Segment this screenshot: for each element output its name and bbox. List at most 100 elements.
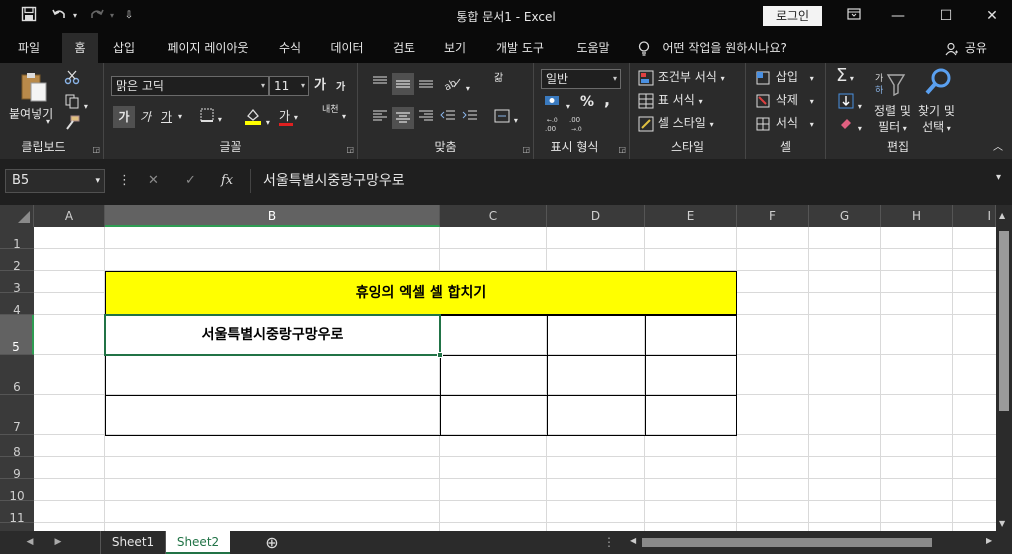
row-header-3[interactable]: 3	[0, 271, 34, 295]
tab-formulas[interactable]: 수식	[270, 33, 310, 63]
align-right-icon[interactable]	[418, 109, 434, 128]
tab-insert[interactable]: 삽입	[104, 33, 144, 63]
row-header-11[interactable]: 11	[0, 501, 34, 525]
tab-split-icon[interactable]: ⋮	[602, 531, 616, 554]
cell-d6[interactable]	[547, 355, 646, 396]
cell-c7[interactable]	[440, 395, 548, 436]
autosum-icon[interactable]: Σ ▾	[836, 67, 854, 88]
collapse-ribbon-icon[interactable]: ︿	[993, 139, 1003, 157]
paste-icon[interactable]	[18, 71, 48, 108]
login-button[interactable]: 로그인	[763, 6, 822, 26]
cell-c5[interactable]	[440, 315, 548, 356]
maximize-icon[interactable]: ☐	[934, 5, 958, 27]
sheet-tab-sheet1[interactable]: Sheet1	[100, 531, 166, 554]
expand-formula-bar-icon[interactable]: ▾	[996, 172, 1001, 183]
decrease-indent-icon[interactable]	[440, 109, 456, 128]
minimize-icon[interactable]: —	[886, 5, 910, 27]
increase-indent-icon[interactable]	[462, 109, 478, 128]
save-icon[interactable]	[18, 6, 40, 26]
font-size-combo[interactable]: 11 ▾	[269, 76, 309, 96]
vertical-scrollbar[interactable]: ▲ ▼	[996, 205, 1012, 531]
row-header-10[interactable]: 10	[0, 479, 34, 503]
scroll-right-icon[interactable]: ▶	[986, 536, 992, 545]
bold-button[interactable]: 가	[113, 106, 135, 128]
format-painter-icon[interactable]	[64, 115, 80, 136]
increase-decimal-icon[interactable]: ←.0.00	[544, 115, 564, 138]
row-header-12[interactable]	[0, 523, 34, 531]
format-cells-button[interactable]: 서식 ▾	[756, 114, 814, 134]
name-box[interactable]: B5 ▾	[5, 169, 105, 193]
underline-dropdown-icon[interactable]: ▾	[178, 108, 182, 126]
cell-d7[interactable]	[547, 395, 646, 436]
insert-cells-button[interactable]: 삽입 ▾	[756, 68, 814, 88]
close-icon[interactable]: ✕	[980, 5, 1004, 27]
col-header-g[interactable]: G	[809, 205, 881, 227]
col-header-c[interactable]: C	[440, 205, 547, 227]
alignment-launcher-icon[interactable]: ◲	[522, 145, 530, 154]
share-button[interactable]: 공유	[945, 33, 987, 63]
prev-sheet-icon[interactable]: ◀	[22, 531, 38, 554]
tab-file[interactable]: 파일	[0, 33, 58, 63]
cell-e6[interactable]	[645, 355, 737, 396]
copy-icon[interactable]: ▾	[64, 93, 88, 116]
cell-c6[interactable]	[440, 355, 548, 396]
fill-color-icon[interactable]: ▾	[244, 107, 270, 132]
cell-b7[interactable]	[105, 395, 441, 436]
col-header-f[interactable]: F	[737, 205, 809, 227]
col-header-b[interactable]: B	[105, 205, 440, 227]
row-header-5[interactable]: 5	[0, 315, 34, 355]
select-all-corner[interactable]	[0, 205, 34, 227]
col-header-h[interactable]: H	[881, 205, 953, 227]
enter-icon[interactable]: ✓	[185, 173, 196, 188]
phonetic-button[interactable]: 내천	[322, 105, 339, 115]
cell-b6[interactable]	[105, 355, 441, 396]
tab-developer[interactable]: 개발 도구	[488, 33, 552, 63]
row-header-2[interactable]: 2	[0, 249, 34, 273]
font-color-button[interactable]: 가 ▾	[279, 107, 298, 127]
fill-handle[interactable]	[437, 352, 443, 358]
sheet-tab-sheet2[interactable]: Sheet2	[166, 531, 230, 554]
redo-icon[interactable]	[86, 6, 108, 26]
scroll-left-icon[interactable]: ◀	[630, 536, 636, 545]
row-header-6[interactable]: 6	[0, 355, 34, 395]
tab-review[interactable]: 검토	[384, 33, 424, 63]
find-select-button[interactable]: 찾기 및 선택 ▾	[918, 103, 955, 137]
row-header-7[interactable]: 7	[0, 395, 34, 435]
align-top-icon[interactable]	[372, 75, 388, 94]
italic-button[interactable]: 가	[140, 108, 151, 126]
clipboard-launcher-icon[interactable]: ◲	[92, 145, 100, 154]
col-header-d[interactable]: D	[547, 205, 645, 227]
customize-icon[interactable]: ⇩	[122, 6, 136, 26]
vertical-scroll-thumb[interactable]	[999, 231, 1009, 411]
cell-e7[interactable]	[645, 395, 737, 436]
col-header-e[interactable]: E	[645, 205, 737, 227]
clear-icon[interactable]: ▾	[838, 115, 862, 138]
align-center-icon[interactable]	[392, 107, 414, 129]
align-bottom-icon[interactable]	[418, 75, 434, 94]
row-header-9[interactable]: 9	[0, 457, 34, 481]
tell-me-search[interactable]: 어떤 작업을 원하시나요?	[638, 33, 787, 63]
insert-function-button[interactable]: fx	[221, 173, 233, 188]
comma-button[interactable]: ,	[604, 91, 610, 109]
number-launcher-icon[interactable]: ◲	[618, 145, 626, 154]
add-sheet-button[interactable]: ⊕	[260, 531, 284, 554]
scroll-up-icon[interactable]: ▲	[999, 211, 1005, 220]
sort-filter-button[interactable]: 정렬 및 필터 ▾	[874, 103, 911, 137]
fill-icon[interactable]: ▾	[838, 93, 862, 116]
tab-home[interactable]: 홈	[62, 33, 98, 63]
tab-view[interactable]: 보기	[435, 33, 475, 63]
font-launcher-icon[interactable]: ◲	[346, 145, 354, 154]
row-header-4[interactable]: 4	[0, 293, 34, 317]
conditional-format-button[interactable]: 조건부 서식 ▾	[638, 68, 725, 88]
cell-d5[interactable]	[547, 315, 646, 356]
percent-button[interactable]: %	[580, 93, 594, 111]
cell-e5[interactable]	[645, 315, 737, 356]
next-sheet-icon[interactable]: ▶	[50, 531, 66, 554]
formula-input[interactable]: 서울특별시중랑구망우로	[250, 169, 1012, 193]
tab-help[interactable]: 도움말	[566, 33, 620, 63]
row-header-1[interactable]: 1	[0, 227, 34, 251]
tab-data[interactable]: 데이터	[322, 33, 372, 63]
merge-center-icon[interactable]: ▾	[494, 109, 518, 130]
worksheet-grid[interactable]: A B C D E F G H I 1 2 3 4 5 6 7 8 9 10 1…	[0, 205, 1012, 531]
number-format-combo[interactable]: 일반 ▾	[541, 69, 621, 89]
